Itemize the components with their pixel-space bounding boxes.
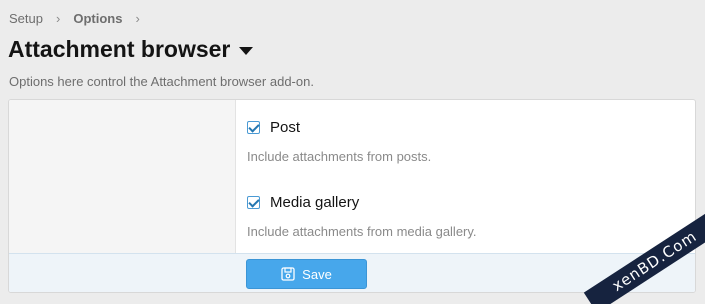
- save-button-label: Save: [302, 266, 332, 282]
- post-checkbox[interactable]: [247, 121, 260, 134]
- save-icon: [281, 267, 295, 281]
- media-gallery-label[interactable]: Media gallery: [270, 194, 359, 211]
- media-gallery-hint: Include attachments from media gallery.: [247, 224, 477, 239]
- chevron-right-icon: ›: [135, 11, 140, 26]
- post-hint: Include attachments from posts.: [247, 149, 432, 164]
- options-panel-label-column: [9, 100, 236, 253]
- media-gallery-checkbox[interactable]: [247, 196, 260, 209]
- page-title: Attachment browser: [8, 36, 231, 62]
- post-label[interactable]: Post: [270, 119, 300, 136]
- caret-down-icon[interactable]: [239, 46, 254, 55]
- breadcrumb: Setup › Options ›: [9, 11, 153, 26]
- option-post: Post Include attachments from posts.: [247, 119, 431, 164]
- page-description: Options here control the Attachment brow…: [9, 74, 314, 89]
- save-button[interactable]: Save: [246, 259, 367, 289]
- options-panel: Post Include attachments from posts. Med…: [8, 99, 696, 293]
- breadcrumb-setup[interactable]: Setup: [9, 11, 43, 26]
- breadcrumb-options[interactable]: Options: [73, 11, 122, 26]
- option-media-gallery: Media gallery Include attachments from m…: [247, 194, 477, 239]
- option-post-row: Post: [247, 119, 431, 136]
- title-row: Attachment browser: [8, 36, 254, 63]
- chevron-right-icon: ›: [55, 11, 61, 26]
- option-media-gallery-row: Media gallery: [247, 194, 477, 211]
